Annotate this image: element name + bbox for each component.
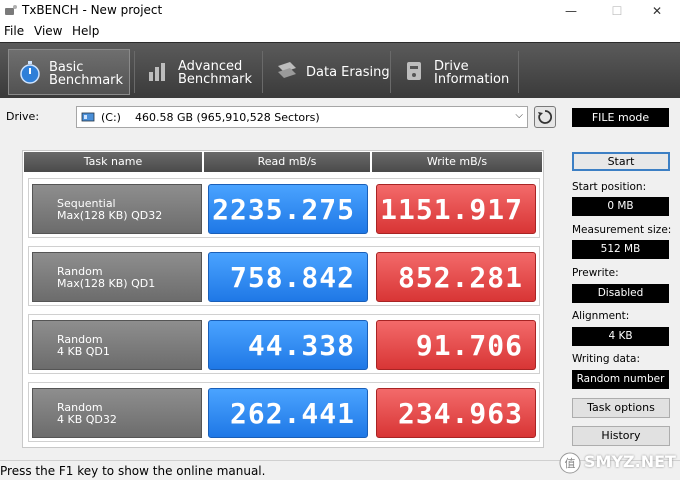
write-value: 1151.917 (376, 184, 536, 234)
watermark-text: SMYZ.NET (584, 452, 676, 471)
tab-drive-information[interactable]: Drive Information (394, 49, 516, 95)
eraser-icon (278, 62, 296, 78)
header-task-name: Task name (24, 152, 202, 172)
drive-info-icon (407, 62, 421, 80)
toolbar: Basic Benchmark Advanced Benchmark Data … (0, 42, 680, 98)
status-text: Press the F1 key to show the online manu… (0, 464, 266, 478)
task-button-rnd-max-q1[interactable]: Random Max(128 KB) QD1 (32, 252, 202, 302)
minimize-button[interactable]: — (548, 0, 594, 22)
measurement-size-label: Measurement size: (572, 224, 672, 236)
read-value: 758.842 (208, 252, 368, 302)
prewrite-label: Prewrite: (572, 267, 619, 279)
drive-select[interactable]: (C:) 460.58 GB (965,910,528 Sectors) ⌵ (76, 106, 528, 128)
header-write: Write mB/s (372, 152, 542, 172)
start-button[interactable]: Start (572, 152, 670, 171)
task-button-seq-q32[interactable]: Sequential Max(128 KB) QD32 (32, 184, 202, 234)
read-value: 44.338 (208, 320, 368, 370)
write-value: 91.706 (376, 320, 536, 370)
drive-label: Drive: (6, 110, 40, 123)
chevron-down-icon: ⌵ (515, 110, 523, 121)
menu-bar: File View Help (0, 22, 680, 42)
toolbar-divider (390, 51, 391, 93)
read-value: 262.441 (208, 388, 368, 438)
menu-file[interactable]: File (4, 24, 24, 38)
history-button[interactable]: History (572, 426, 670, 446)
start-position-value[interactable]: 0 MB (572, 197, 669, 216)
task-button-rnd-4k-q32[interactable]: Random 4 KB QD32 (32, 388, 202, 438)
task-name-line2: 4 KB QD1 (57, 345, 110, 358)
refresh-icon (538, 110, 553, 124)
title-bar: TxBENCH - New project — ☐ ✕ (0, 0, 680, 22)
writing-data-label: Writing data: (572, 353, 641, 365)
writing-data-value[interactable]: Random number (572, 370, 669, 389)
task-name-line2: 4 KB QD32 (57, 413, 117, 426)
start-position-label: Start position: (572, 181, 647, 193)
refresh-button[interactable] (534, 106, 556, 128)
task-name-line2: Max(128 KB) QD32 (57, 209, 163, 222)
task-options-button[interactable]: Task options (572, 398, 670, 418)
hard-drive-icon (81, 112, 95, 122)
task-button-rnd-4k-q1[interactable]: Random 4 KB QD1 (32, 320, 202, 370)
watermark: 值 SMYZ.NET (556, 450, 676, 476)
write-value: 852.281 (376, 252, 536, 302)
write-value: 234.963 (376, 388, 536, 438)
tab-data-erasing-label: Data Erasing (306, 65, 390, 80)
tab-data-erasing[interactable]: Data Erasing (266, 49, 390, 95)
menu-help[interactable]: Help (72, 24, 99, 38)
read-value: 2235.275 (208, 184, 368, 234)
toolbar-divider (134, 51, 135, 93)
alignment-label: Alignment: (572, 310, 630, 322)
task-name-line2: Max(128 KB) QD1 (57, 277, 156, 290)
alignment-value[interactable]: 4 KB (572, 327, 669, 346)
tab-advanced-benchmark[interactable]: Advanced Benchmark (138, 49, 260, 95)
toolbar-divider (262, 51, 263, 93)
app-icon (5, 5, 17, 15)
drive-selected-value: (C:) 460.58 GB (965,910,528 Sectors) (101, 111, 320, 124)
watermark-logo-icon: 值 (559, 452, 581, 474)
bar-chart-icon (149, 63, 165, 81)
header-read: Read mB/s (204, 152, 370, 172)
tab-drive-information-label: Drive Information (434, 59, 510, 87)
measurement-size-value[interactable]: 512 MB (572, 240, 669, 259)
svg-text:值: 值 (565, 457, 576, 470)
menu-view[interactable]: View (34, 24, 62, 38)
toolbar-divider (518, 51, 519, 93)
stopwatch-icon (20, 61, 40, 84)
tab-advanced-benchmark-label: Advanced Benchmark (178, 59, 253, 87)
window-title: TxBENCH - New project (22, 3, 163, 17)
tab-basic-benchmark-label: Basic Benchmark (49, 60, 124, 88)
close-button[interactable]: ✕ (634, 0, 680, 22)
file-mode-indicator: FILE mode (572, 108, 669, 127)
prewrite-value[interactable]: Disabled (572, 284, 669, 303)
tab-basic-benchmark[interactable]: Basic Benchmark (8, 49, 130, 95)
